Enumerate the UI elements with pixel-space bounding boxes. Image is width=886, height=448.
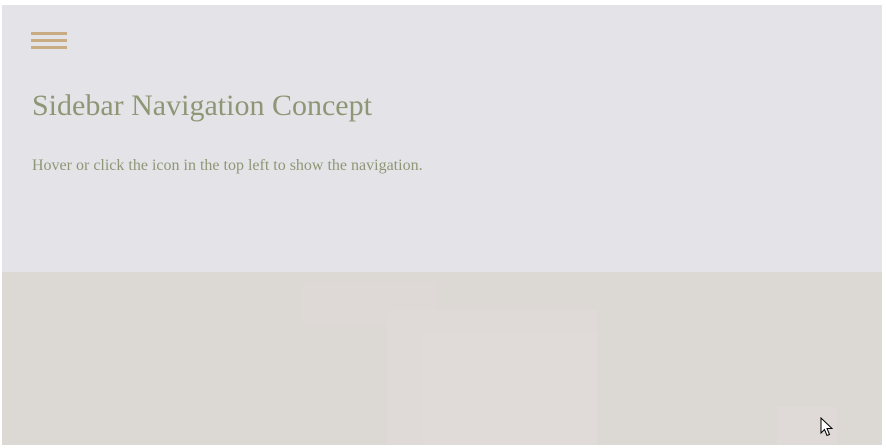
header-panel: Sidebar Navigation Concept Hover or clic… <box>2 5 882 272</box>
demo-frame: Sidebar Navigation Concept Hover or clic… <box>2 5 882 445</box>
page-title: Sidebar Navigation Concept <box>32 89 372 122</box>
menu-bar-line <box>31 46 67 49</box>
blurred-background-shape <box>422 332 597 445</box>
menu-bar-line <box>31 32 67 35</box>
background-image-panel <box>2 272 882 445</box>
page-description: Hover or click the icon in the top left … <box>32 157 423 174</box>
mouse-pointer-icon <box>820 417 834 437</box>
hamburger-menu-icon[interactable] <box>31 32 67 52</box>
menu-bar-line <box>31 39 67 42</box>
